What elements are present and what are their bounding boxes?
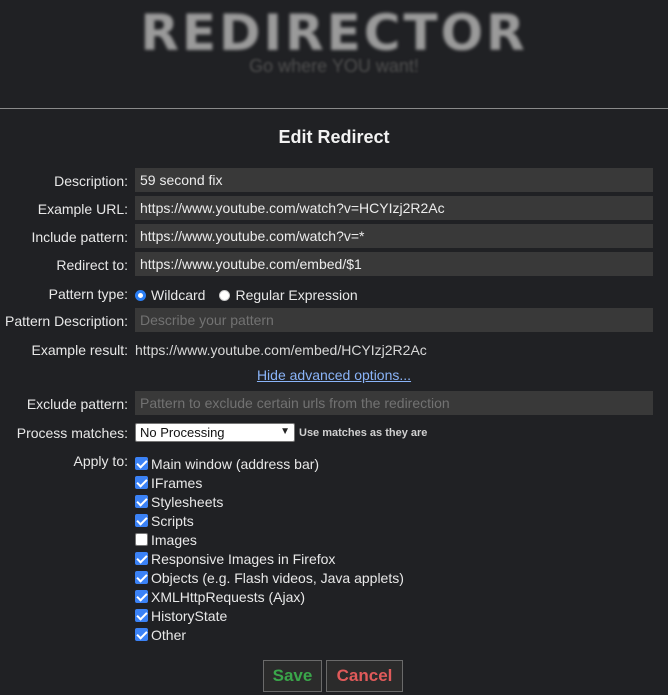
process-matches-label: Process matches:	[16, 425, 128, 441]
pattern-type-label: Pattern type:	[48, 286, 128, 302]
historystate-checkbox[interactable]	[135, 609, 148, 622]
apply-to-item: Objects (e.g. Flash videos, Java applets…	[135, 568, 404, 587]
xmlhttprequests-checkbox-label[interactable]: XMLHttpRequests (Ajax)	[151, 589, 305, 605]
stylesheets-checkbox-label[interactable]: Stylesheets	[151, 494, 223, 510]
apply-to-item: Images	[135, 530, 404, 549]
iframes-checkbox[interactable]	[135, 476, 148, 489]
wildcard-radio-label[interactable]: Wildcard	[151, 287, 205, 303]
advanced-options-link-row: Hide advanced options...	[0, 367, 668, 383]
cancel-button[interactable]: Cancel	[326, 660, 403, 692]
iframes-checkbox-label[interactable]: IFrames	[151, 475, 202, 491]
example-url-field[interactable]	[135, 196, 653, 220]
images-checkbox-label[interactable]: Images	[151, 532, 197, 548]
app-tagline: Go where YOU want!	[249, 56, 419, 76]
hide-advanced-options-link[interactable]: Hide advanced options...	[257, 367, 411, 383]
objects-checkbox-label[interactable]: Objects (e.g. Flash videos, Java applets…	[151, 570, 404, 586]
process-matches-select[interactable]: No Processing ▼	[135, 423, 295, 442]
description-label: Description:	[54, 173, 128, 189]
objects-checkbox[interactable]	[135, 571, 148, 584]
regex-radio[interactable]	[219, 289, 231, 301]
include-pattern-label: Include pattern:	[31, 229, 128, 245]
exclude-pattern-field[interactable]	[135, 391, 653, 415]
stylesheets-checkbox[interactable]	[135, 495, 148, 508]
redirect-to-label: Redirect to:	[56, 257, 128, 273]
description-field[interactable]	[135, 168, 653, 192]
pattern-type-group: Wildcard Regular Expression	[135, 287, 372, 303]
scripts-checkbox-label[interactable]: Scripts	[151, 513, 194, 529]
scripts-checkbox[interactable]	[135, 514, 148, 527]
include-pattern-field[interactable]	[135, 224, 653, 248]
exclude-pattern-label: Exclude pattern:	[26, 396, 128, 412]
apply-to-label: Apply to:	[73, 453, 128, 469]
example-result-value: https://www.youtube.com/embed/HCYIzj2R2A…	[135, 342, 427, 358]
redirect-to-field[interactable]	[135, 252, 653, 276]
pattern-description-field[interactable]	[135, 308, 653, 332]
apply-to-item: Responsive Images in Firefox	[135, 549, 404, 568]
apply-to-item: Other	[135, 625, 404, 644]
brand-header: REDIRECTOR Go where YOU want!	[0, 0, 668, 108]
apply-to-item: XMLHttpRequests (Ajax)	[135, 587, 404, 606]
main-window-checkbox[interactable]	[135, 457, 148, 470]
responsive-images-checkbox-label[interactable]: Responsive Images in Firefox	[151, 551, 335, 567]
historystate-checkbox-label[interactable]: HistoryState	[151, 608, 227, 624]
xmlhttprequests-checkbox[interactable]	[135, 590, 148, 603]
app-logo: REDIRECTOR	[140, 4, 528, 62]
apply-to-item: Scripts	[135, 511, 404, 530]
save-button[interactable]: Save	[263, 660, 322, 692]
example-url-label: Example URL:	[37, 201, 128, 217]
example-result-label: Example result:	[31, 342, 128, 358]
main-window-checkbox-label[interactable]: Main window (address bar)	[151, 456, 319, 472]
other-checkbox[interactable]	[135, 628, 148, 641]
process-matches-selected: No Processing	[140, 425, 225, 440]
pattern-description-label: Pattern Description:	[5, 313, 128, 329]
process-matches-hint: Use matches as they are	[299, 427, 428, 439]
responsive-images-checkbox[interactable]	[135, 552, 148, 565]
wildcard-radio[interactable]	[135, 289, 146, 301]
chevron-down-icon: ▼	[280, 426, 290, 437]
apply-to-item: HistoryState	[135, 606, 404, 625]
page-title: Edit Redirect	[278, 127, 390, 147]
header-divider	[0, 108, 668, 109]
apply-to-list: Main window (address bar) IFrames Styles…	[135, 454, 404, 644]
regex-radio-label[interactable]: Regular Expression	[235, 287, 357, 303]
apply-to-item: Main window (address bar)	[135, 454, 404, 473]
apply-to-item: IFrames	[135, 473, 404, 492]
images-checkbox[interactable]	[135, 533, 148, 546]
apply-to-item: Stylesheets	[135, 492, 404, 511]
other-checkbox-label[interactable]: Other	[151, 627, 186, 643]
